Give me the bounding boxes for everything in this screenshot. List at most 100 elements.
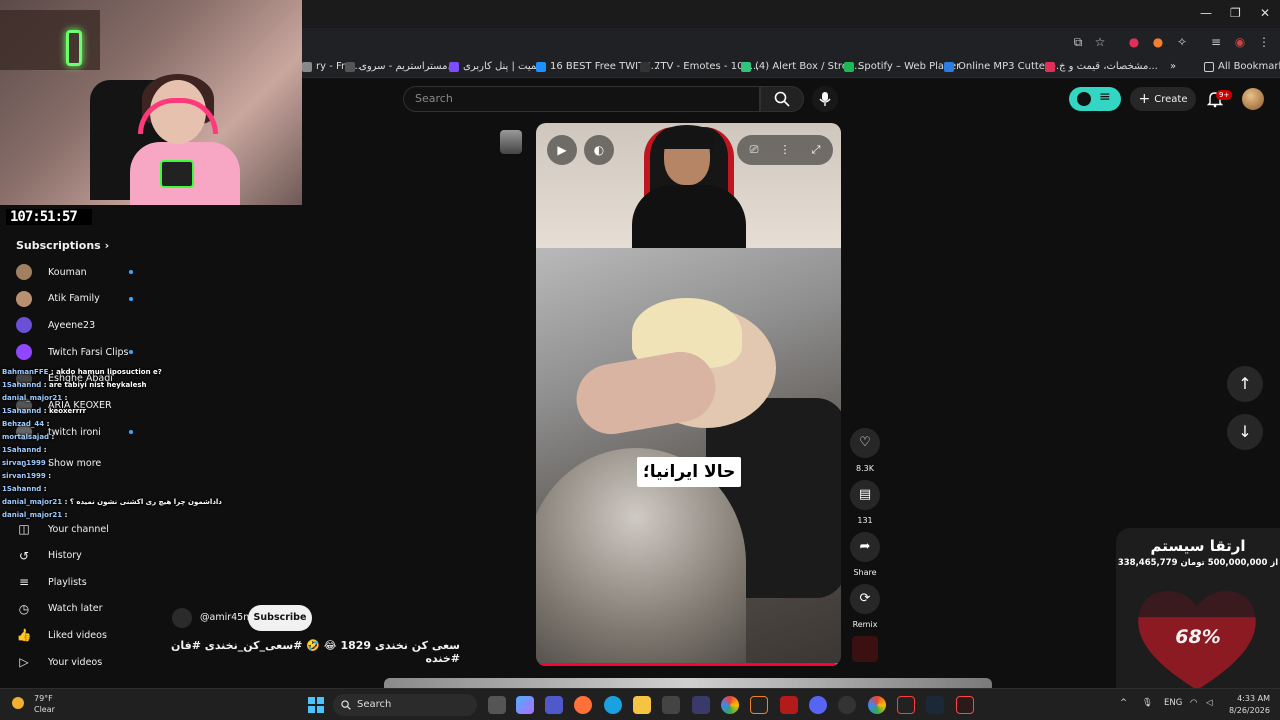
all-bookmarks-link[interactable]: All Bookmarks (1204, 61, 1280, 72)
profile-icon[interactable]: ◉ (1232, 34, 1248, 50)
bookmarks-overflow-icon[interactable]: » (1170, 61, 1176, 72)
user-avatar[interactable] (1242, 88, 1264, 110)
subscription-item[interactable]: Twitch Farsi Clips (16, 342, 128, 362)
hamburger-icon: ≡ (1099, 89, 1111, 105)
bookmark-item[interactable]: ریمیت | پنل کاربری (449, 61, 544, 72)
volume-button[interactable]: ◐ (584, 135, 614, 165)
store-icon[interactable] (662, 696, 680, 714)
bookmark-favicon-icon (345, 61, 355, 72)
cam-shelf (0, 10, 100, 70)
bookmark-star-icon[interactable]: ☆ (1092, 34, 1108, 50)
restore-icon[interactable]: ❐ (1230, 6, 1241, 20)
play-button[interactable]: ▶ (547, 135, 577, 165)
extension-pill-button[interactable]: ≡ (1069, 87, 1121, 111)
sidebar-item-watch-later[interactable]: ◷ Watch later (16, 599, 103, 619)
discord-icon[interactable] (809, 696, 827, 714)
chat-message: Behzad_44 : (2, 420, 50, 428)
channel-avatar[interactable] (172, 608, 192, 628)
progress-bar[interactable] (536, 663, 841, 666)
install-app-icon[interactable]: ⧉ (1070, 34, 1086, 50)
menu-kebab-icon[interactable]: ⋮ (1256, 34, 1272, 50)
wifi-icon[interactable]: ◠ (1190, 698, 1197, 708)
donation-amount: 338,465,779 از 500,000,000 تومان (1117, 558, 1279, 568)
comments-button[interactable]: ▤ 131 (850, 480, 880, 525)
app-icon-2[interactable] (750, 696, 768, 714)
chrome-profile-icon[interactable] (868, 696, 886, 714)
bookmark-favicon-icon (536, 61, 546, 72)
subscription-item[interactable]: Kouman (16, 262, 87, 282)
sidebar-item-playlists[interactable]: ≡ Playlists (16, 572, 87, 592)
fullscreen-icon[interactable]: ⤢ (801, 135, 831, 165)
tray-chevron-icon[interactable]: ^ (1120, 698, 1127, 708)
chrome-icon[interactable] (721, 696, 739, 714)
bookmark-item[interactable]: مستراستریم - سروی... (345, 61, 457, 72)
app-icon-5[interactable] (956, 696, 974, 714)
subscribe-button[interactable]: Subscribe (248, 605, 312, 631)
remix-icon: ⟳ (850, 584, 880, 614)
app-icon-4[interactable] (897, 696, 915, 714)
copilot-icon[interactable] (516, 696, 534, 714)
voice-search-button[interactable] (812, 86, 838, 112)
share-button[interactable]: ➦ Share (850, 532, 880, 577)
short-player[interactable]: حالا ایرانیا؛ ▶ ◐ ⎚ ⋮ ⤢ (536, 123, 841, 666)
sidebar-item-your-videos[interactable]: ▷ Your videos (16, 652, 102, 672)
teams-icon[interactable] (545, 696, 563, 714)
channel-avatar (16, 290, 32, 307)
taskbar-search[interactable]: Search (333, 694, 477, 716)
bookmark-item[interactable]: Spotify – Web Player (844, 61, 960, 72)
subscription-item[interactable]: Atik Family (16, 289, 100, 309)
file-explorer-icon[interactable] (633, 696, 651, 714)
extensions-puzzle-icon[interactable]: ✧ (1174, 34, 1190, 50)
steam-icon[interactable] (926, 696, 944, 714)
search-input[interactable]: Search (403, 86, 760, 112)
stream-timer: 107:51:57 (6, 209, 92, 225)
channel-handle[interactable]: @amir45n (200, 612, 249, 623)
chat-message: sirvan1999 : (2, 472, 52, 480)
firefox-icon[interactable] (574, 696, 592, 714)
more-vert-icon[interactable]: ⋮ (770, 135, 800, 165)
like-button[interactable]: ♡ 8.3K (850, 428, 880, 473)
next-short-button[interactable]: ↓ (1227, 414, 1263, 450)
close-icon[interactable]: ✕ (1260, 6, 1270, 20)
sound-thumbnail[interactable] (852, 636, 878, 662)
captions-icon[interactable]: ⎚ (739, 135, 769, 165)
windows-start-icon[interactable] (308, 697, 324, 713)
task-view-icon[interactable] (488, 696, 506, 714)
create-button[interactable]: + Create (1130, 87, 1196, 111)
bookmarks-bar: ry - Fra...مستراستریم - سروی...ریمیت | پ… (302, 56, 1280, 78)
chat-message: sirvan1999 : (2, 459, 52, 467)
share-icon: ➦ (850, 532, 880, 562)
extension-logo-icon (1077, 92, 1091, 106)
channel-avatar (16, 264, 32, 280)
subscriptions-header[interactable]: Subscriptions › (16, 239, 109, 252)
comment-icon: ▤ (850, 480, 880, 510)
extension-red-icon[interactable]: ● (1126, 34, 1142, 50)
sidebar-item-history[interactable]: ↺ History (16, 546, 82, 566)
extension-orange-icon[interactable]: ● (1150, 34, 1166, 50)
sidebar-item-your-channel[interactable]: ◫ Your channel (16, 519, 109, 539)
volume-icon: ◐ (593, 143, 605, 157)
plus-icon: + (1138, 91, 1151, 107)
channel-thumbnail[interactable] (500, 130, 522, 154)
clock[interactable]: 4:33 AM 8/26/2026 (1222, 693, 1270, 717)
clock-icon: ◷ (18, 601, 30, 616)
previous-short-button[interactable]: ↑ (1227, 366, 1263, 402)
search-button[interactable] (760, 86, 804, 112)
bookmark-item[interactable]: مشخصات، قیمت و خ... (1045, 61, 1158, 72)
folder-icon (1204, 61, 1214, 72)
heart-icon: ♡ (850, 428, 880, 458)
minimize-icon[interactable]: — (1200, 6, 1212, 20)
webcam-overlay (0, 0, 302, 205)
sidebar-item-liked-videos[interactable]: 👍 Liked videos (16, 625, 107, 645)
tray-mic-icon[interactable]: 🎙 (1142, 698, 1153, 708)
edge-icon[interactable] (604, 696, 622, 714)
language-indicator[interactable]: ENG (1164, 698, 1182, 708)
obs-icon[interactable] (838, 696, 856, 714)
app-icon-3[interactable] (780, 696, 798, 714)
speaker-icon[interactable]: ◁ (1206, 698, 1213, 708)
weather-widget[interactable]: 79°F Clear (12, 693, 55, 715)
tab-search-icon[interactable]: ≡ (1208, 34, 1224, 50)
app-icon[interactable] (692, 696, 710, 714)
remix-button[interactable]: ⟳ Remix (850, 584, 880, 629)
subscription-item[interactable]: Ayeene23 (16, 315, 95, 335)
